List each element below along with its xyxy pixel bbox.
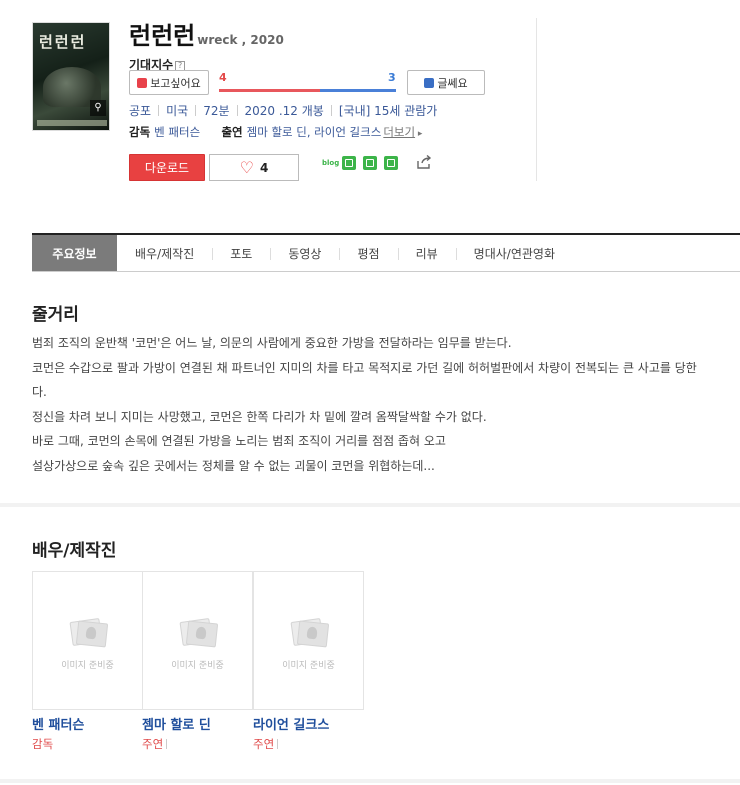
cast-label: 출연 (221, 125, 243, 139)
tab-separator (397, 248, 399, 260)
tab-bar: 주요정보 배우/제작진 포토 동영상 평점 리뷰 명대사/연관영화 (32, 233, 740, 272)
synopsis-line: 정신을 차려 보니 지미는 사망했고, 코먼은 한쪽 다리가 차 밑에 깔려 옴… (32, 409, 487, 424)
cast-role-text: 주연 (142, 737, 164, 751)
cast-photo-card[interactable]: 이미지 준비중 (253, 571, 364, 710)
chevron-right-icon: ▸ (415, 129, 423, 139)
tab-quotes-related[interactable]: 명대사/연관영화 (455, 235, 573, 271)
movie-subtitle: wreck , 2020 (197, 33, 284, 47)
cast-link[interactable]: 젬마 할로 딘, 라이언 길크스 (247, 125, 382, 139)
synopsis-line: 설상가상으로 숲속 깊은 곳에서는 정체를 알 수 없는 괴물이 코먼을 위협하… (32, 458, 435, 473)
movie-poster[interactable]: 런런런 ⚲ (32, 22, 110, 131)
tab-label: 동영상 (288, 246, 322, 261)
not-count: 3 (388, 71, 396, 84)
tab-review[interactable]: 리뷰 (397, 235, 456, 271)
tab-photo[interactable]: 포토 (212, 235, 270, 271)
tab-cast-crew[interactable]: 배우/제작진 (117, 235, 212, 271)
photo-placeholder-icon (177, 616, 219, 650)
not-label: 글쎄요 (437, 76, 468, 90)
placeholder-label: 이미지 준비중 (171, 661, 224, 671)
meta-separator (330, 105, 332, 116)
poster-title: 런런런 (39, 33, 87, 51)
heart-icon: ♡ (239, 157, 254, 177)
thumbs-up-icon (137, 77, 148, 88)
blog-share-icon[interactable]: blog (322, 156, 339, 170)
section-divider (0, 503, 740, 507)
synopsis-text: 범죄 조직의 운반책 '코먼'은 어느 날, 의문의 사람에게 중요한 가방을 … (32, 331, 702, 478)
tab-rating[interactable]: 평점 (339, 235, 397, 271)
share-icon[interactable] (416, 155, 432, 169)
tab-separator (455, 248, 457, 260)
meta-country[interactable]: 미국 (166, 102, 188, 119)
section-divider (0, 779, 740, 783)
director-label: 감독 (129, 125, 151, 139)
tab-separator (212, 248, 214, 260)
synopsis-line: 코먼은 수갑으로 팔과 가방이 연결된 채 파트너인 지미의 차를 타고 목적지… (32, 360, 697, 400)
cast-role-text: 감독 (32, 737, 54, 751)
cast-photo-card[interactable]: 이미지 준비중 (32, 571, 143, 710)
synopsis-title: 줄거리 (32, 305, 79, 325)
not-sure-button[interactable]: 글쎄요 (407, 70, 485, 95)
tab-label: 리뷰 (415, 246, 438, 261)
thumbs-down-icon (424, 77, 435, 88)
movie-meta: 공포 미국 72분 2020 .12 개봉 [국내] 15세 관람가 (129, 102, 437, 119)
memo-share-icon[interactable] (384, 156, 398, 170)
movie-title-text: 런런런 (129, 22, 196, 50)
meta-separator (158, 105, 160, 116)
zoom-icon[interactable]: ⚲ (90, 100, 106, 116)
synopsis-line: 바로 그때, 코먼의 손목에 연결된 가방을 노리는 범죄 조직이 거리를 점점… (32, 434, 446, 448)
placeholder-label: 이미지 준비중 (282, 661, 335, 671)
movie-credits: 감독 벤 패터슨 출연 젬마 할로 딘, 라이언 길크스 더보기 ▸ (129, 124, 422, 140)
cast-role: 감독 (32, 736, 53, 752)
movie-title: 런런런 wreck , 2020 (129, 16, 284, 51)
cast-role: 주연 (142, 736, 168, 752)
role-separator (277, 739, 279, 749)
tab-label: 명대사/연관영화 (473, 246, 555, 261)
tab-separator (270, 248, 272, 260)
director-link[interactable]: 벤 패터슨 (154, 125, 200, 139)
tab-separator (339, 248, 341, 260)
role-separator (166, 739, 168, 749)
meta-rating: [국내] 15세 관람가 (338, 104, 438, 118)
tab-main-info[interactable]: 주요정보 (32, 235, 117, 271)
meta-release[interactable]: 2020 .12 개봉 (245, 102, 324, 119)
synopsis-line: 범죄 조직의 운반책 '코먼'은 어느 날, 의문의 사람에게 중요한 가방을 … (32, 336, 512, 350)
cast-role-text: 주연 (253, 737, 275, 751)
cafe-share-icon[interactable] (342, 156, 356, 170)
cast-name-link[interactable]: 라이언 길크스 (253, 714, 329, 733)
download-button[interactable]: 다운로드 (129, 154, 205, 181)
tab-video[interactable]: 동영상 (270, 235, 339, 271)
tab-label: 포토 (230, 246, 253, 261)
bookmark-share-icon[interactable] (363, 156, 377, 170)
want-to-see-button[interactable]: 보고싶어요 (129, 70, 209, 95)
like-count: 4 (259, 160, 269, 175)
cast-section-title: 배우/제작진 (32, 541, 117, 561)
more-link[interactable]: 더보기 (383, 125, 415, 139)
header-divider (536, 18, 537, 181)
poster-caption-bar (37, 120, 107, 126)
want-count: 4 (219, 71, 227, 84)
expect-gauge-fill (219, 89, 320, 92)
meta-separator (236, 105, 238, 116)
cast-role: 주연 (253, 736, 279, 752)
placeholder-label: 이미지 준비중 (61, 661, 114, 671)
meta-genre[interactable]: 공포 (129, 102, 151, 119)
cast-name-link[interactable]: 젬마 할로 딘 (142, 714, 211, 733)
meta-separator (195, 105, 197, 116)
photo-placeholder-icon (288, 616, 330, 650)
photo-placeholder-icon (67, 616, 109, 650)
expect-gauge (219, 89, 396, 92)
tab-label: 평점 (357, 246, 380, 261)
like-button[interactable]: ♡ 4 (209, 154, 299, 181)
want-label: 보고싶어요 (150, 76, 201, 90)
tab-label: 배우/제작진 (135, 246, 195, 261)
cast-photo-card[interactable]: 이미지 준비중 (142, 571, 253, 710)
cast-name-link[interactable]: 벤 패터슨 (32, 714, 84, 733)
meta-runtime: 72분 (203, 104, 230, 118)
